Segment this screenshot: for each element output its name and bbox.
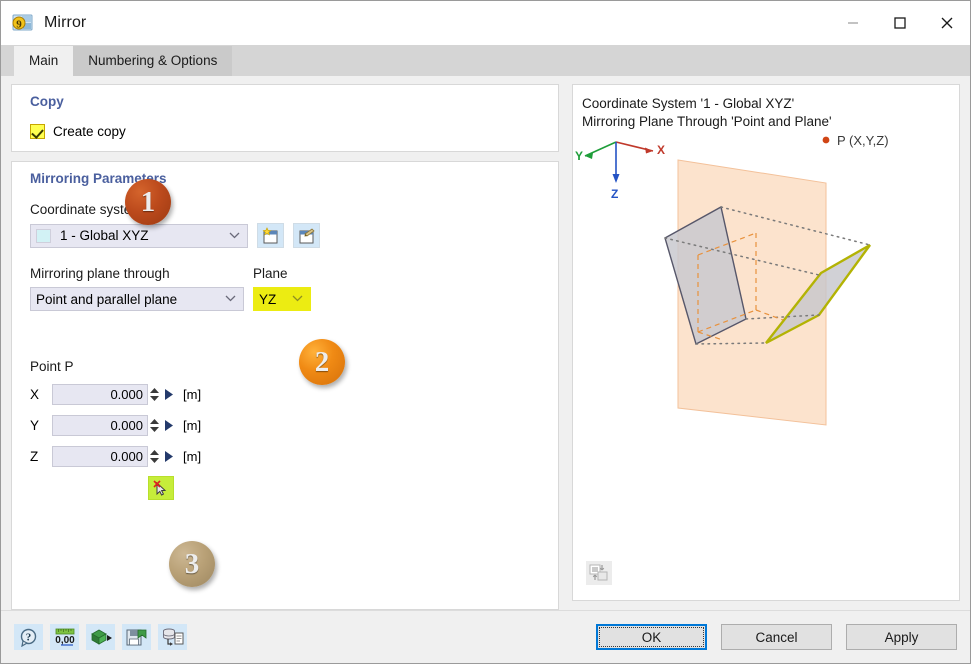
svg-text:0,00: 0,00 <box>55 635 75 646</box>
x-expand-button[interactable] <box>161 384 177 405</box>
mirroring-plane-through-select[interactable]: Point and parallel plane <box>30 287 244 311</box>
help-icon[interactable]: ? <box>14 624 43 650</box>
plane-through-labels-row: Mirroring plane through Plane <box>30 266 558 281</box>
plane-select[interactable]: YZ <box>253 287 311 311</box>
close-button[interactable] <box>923 1 970 45</box>
database-import-icon[interactable] <box>158 624 187 650</box>
point-p-text: P (X,Y,Z) <box>837 133 889 148</box>
axis-label-z: Z <box>30 448 39 464</box>
chevron-down-icon <box>225 290 236 305</box>
pick-point-row <box>148 476 558 500</box>
point-p-label: Point P <box>30 359 74 374</box>
plane-value: YZ <box>259 291 277 307</box>
coordinate-system-value: 1 - Global XYZ <box>60 228 149 243</box>
cancel-button[interactable]: Cancel <box>721 624 832 650</box>
chevron-down-icon <box>292 290 303 305</box>
plane-selects-row: Point and parallel plane YZ <box>30 287 558 311</box>
y-coordinate-input[interactable]: 0.000 <box>52 414 148 436</box>
z-coordinate-input[interactable]: 0.000 <box>52 445 148 467</box>
mirror-app-icon: 9 <box>12 12 34 34</box>
copy-section-title: Copy <box>30 94 64 109</box>
preview-line-1: Coordinate System '1 - Global XYZ' <box>582 96 795 111</box>
create-copy-row: Create copy <box>30 124 558 139</box>
settings-icon[interactable] <box>86 624 115 650</box>
minimize-button[interactable] <box>829 1 876 45</box>
y-spinner-arrows[interactable] <box>148 415 161 436</box>
mirror-preview-graphic: X Y Z P (X,Y,Z) <box>575 133 889 426</box>
create-copy-checkbox[interactable] <box>30 124 45 139</box>
svg-text:Z: Z <box>611 187 618 201</box>
toggle-preview-image-button[interactable] <box>586 561 612 585</box>
coordinate-system-row: 1 - Global XYZ <box>30 223 558 248</box>
z-unit: [m] <box>183 448 202 464</box>
point-p-marker <box>822 136 830 144</box>
z-expand-button[interactable] <box>161 446 177 467</box>
maximize-button[interactable] <box>876 1 923 45</box>
svg-text:Y: Y <box>575 149 583 163</box>
new-coordinate-system-button[interactable] <box>257 223 284 248</box>
y-unit: [m] <box>183 417 202 433</box>
mirroring-parameters-section: Mirroring Parameters Coordinate system 1… <box>11 161 559 610</box>
copy-section: Copy Create copy <box>11 84 559 152</box>
coordinate-row-x: X 0.000 [m] <box>30 383 558 405</box>
coordinate-system-label: Coordinate system <box>30 202 143 217</box>
z-spinner-arrows[interactable] <box>148 446 161 467</box>
svg-text:?: ? <box>25 631 31 643</box>
apply-button[interactable]: Apply <box>846 624 957 650</box>
chevron-down-icon <box>229 227 240 242</box>
axis-label-x: X <box>30 386 40 402</box>
mirror-dialog-window: 9 Mirror Main Numbering & Options Copy C… <box>0 0 971 664</box>
ok-button[interactable]: OK <box>596 624 707 650</box>
bottom-bar: ? 0,00 OK Cancel Apply <box>1 610 970 663</box>
title-bar: 9 Mirror <box>1 1 970 45</box>
window-title: Mirror <box>44 14 87 31</box>
x-coordinate-input[interactable]: 0.000 <box>52 383 148 405</box>
coordinate-row-z: Z 0.000 [m] <box>30 445 558 467</box>
bottom-toolbar: ? 0,00 <box>14 624 187 650</box>
dialog-content: Copy Create copy Mirroring Parameters Co… <box>1 76 970 610</box>
coordinate-inputs: X 0.000 [m] Y 0.000 [m] Z 0.000 [m] <box>30 383 558 500</box>
mirroring-parameters-title: Mirroring Parameters <box>30 171 167 186</box>
y-expand-button[interactable] <box>161 415 177 436</box>
preview-panel: Coordinate System '1 - Global XYZ' Mirro… <box>572 84 960 601</box>
coordinate-system-color-swatch <box>36 228 51 243</box>
x-unit: [m] <box>183 386 202 402</box>
tab-main[interactable]: Main <box>14 46 74 76</box>
left-column: Copy Create copy Mirroring Parameters Co… <box>11 84 559 610</box>
tab-strip: Main Numbering & Options <box>1 45 970 76</box>
coordinate-row-y: Y 0.000 [m] <box>30 414 558 436</box>
x-spinner-arrows[interactable] <box>148 384 161 405</box>
svg-text:X: X <box>657 143 665 157</box>
units-icon[interactable]: 0,00 <box>50 624 79 650</box>
edit-coordinate-system-button[interactable] <box>293 223 320 248</box>
mirroring-plane-through-label: Mirroring plane through <box>30 266 170 281</box>
window-controls <box>829 1 970 45</box>
save-defaults-icon[interactable] <box>122 624 151 650</box>
axis-triad: X Y Z <box>575 141 665 201</box>
coordinate-system-select[interactable]: 1 - Global XYZ <box>30 223 248 248</box>
pick-point-button[interactable] <box>148 476 174 500</box>
svg-text:9: 9 <box>16 19 22 31</box>
axis-label-y: Y <box>30 417 40 433</box>
tab-numbering-options[interactable]: Numbering & Options <box>73 46 233 76</box>
create-copy-label: Create copy <box>53 124 126 139</box>
plane-label: Plane <box>253 266 288 281</box>
dialog-buttons: OK Cancel Apply <box>596 624 957 650</box>
mirroring-plane-through-value: Point and parallel plane <box>36 291 178 307</box>
